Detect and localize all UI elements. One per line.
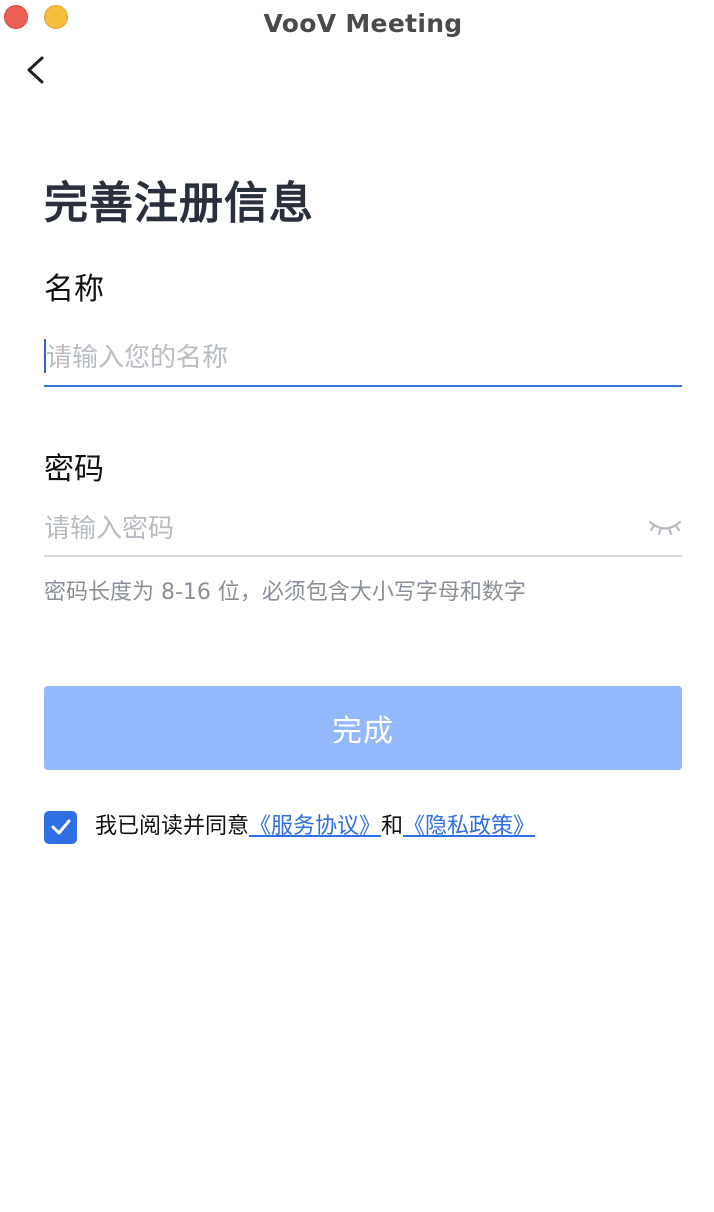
- agreement-row: 我已阅读并同意 《服务协议》 和 《隐私政策》: [44, 809, 535, 845]
- password-label: 密码: [44, 452, 104, 487]
- title-bar: VooV Meeting: [0, 0, 714, 54]
- name-input[interactable]: [46, 336, 626, 380]
- submit-button[interactable]: 完成: [44, 686, 682, 770]
- agreement-checkbox[interactable]: [44, 810, 77, 844]
- privacy-policy-link[interactable]: 《隐私政策》: [403, 809, 535, 845]
- password-field: [44, 505, 682, 557]
- agreement-conjunction: 和: [381, 814, 404, 839]
- chevron-left-icon: [27, 56, 44, 84]
- terms-of-service-link[interactable]: 《服务协议》: [249, 809, 381, 845]
- agreement-prefix: 我已阅读并同意: [95, 814, 250, 839]
- eye-closed-icon: [648, 520, 682, 536]
- page-title: 完善注册信息: [44, 178, 314, 229]
- password-input[interactable]: [44, 507, 624, 551]
- name-label: 名称: [44, 272, 104, 307]
- password-visibility-toggle[interactable]: [648, 517, 682, 539]
- window-title: VooV Meeting: [263, 9, 463, 38]
- password-hint: 密码长度为 8-16 位，必须包含大小写字母和数字: [44, 580, 526, 605]
- name-field: [44, 334, 682, 387]
- checkmark-icon: [51, 819, 70, 835]
- back-button[interactable]: [20, 50, 56, 90]
